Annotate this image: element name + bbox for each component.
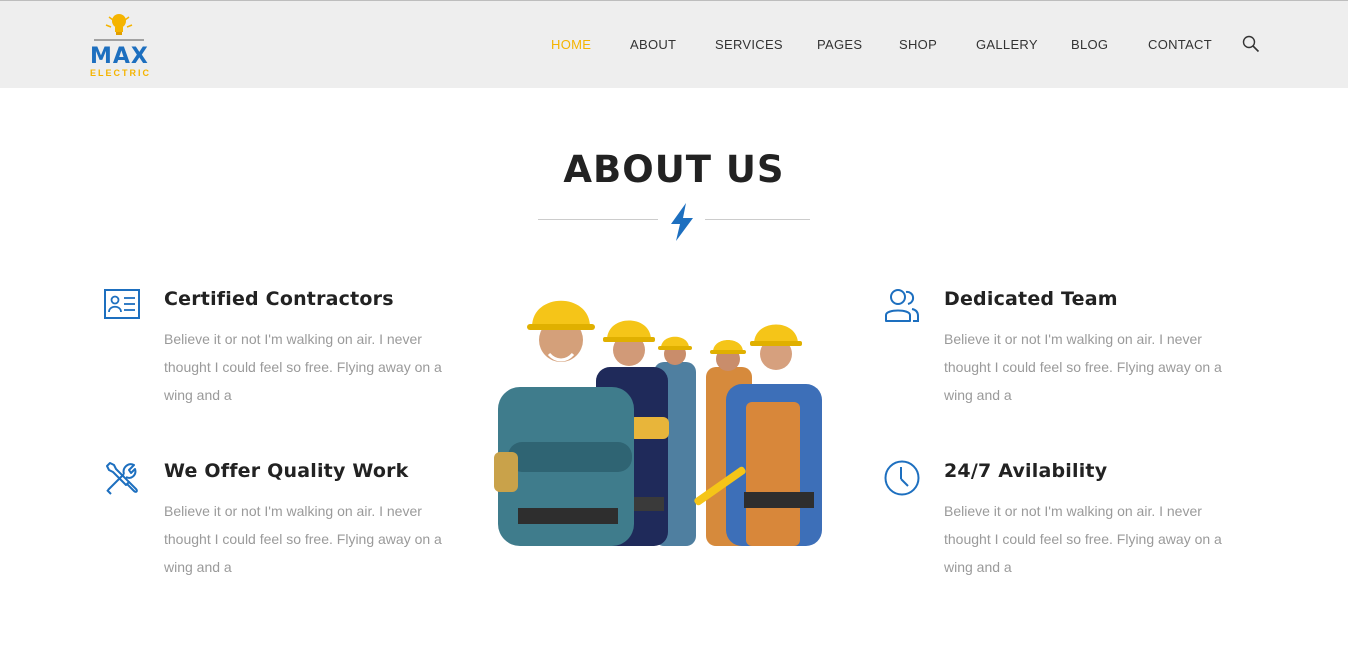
nav-item-blog[interactable]: BLOG — [1071, 37, 1108, 52]
id-card-icon — [104, 288, 140, 325]
nav-item-contact[interactable]: CONTACT — [1148, 37, 1212, 52]
lightning-bolt-icon — [669, 203, 695, 246]
feature-availability: 24/7 Avilability Believe it or not I'm w… — [884, 460, 1222, 580]
clock-icon — [884, 460, 920, 501]
lightbulb-icon — [94, 14, 144, 41]
workers-group-photo — [494, 292, 836, 546]
feature-text: Believe it or not I'm walking on air. I … — [944, 331, 1222, 403]
feature-dedicated-team: Dedicated Team Believe it or not I'm wal… — [884, 288, 1222, 408]
site-header: MAX ELECTRIC HOME ABOUT SERVICES PAGES S… — [0, 0, 1348, 88]
feature-title: Dedicated Team — [944, 288, 1118, 310]
tools-icon — [104, 460, 140, 501]
nav-item-shop[interactable]: SHOP — [899, 37, 937, 52]
title-divider-left — [538, 219, 658, 220]
nav-item-about[interactable]: ABOUT — [630, 37, 676, 52]
nav-item-home[interactable]: HOME — [551, 37, 591, 52]
feature-certified-contractors: Certified Contractors Believe it or not … — [104, 288, 442, 408]
title-divider-right — [705, 219, 810, 220]
nav-item-pages[interactable]: PAGES — [817, 37, 862, 52]
section-title: ABOUT US — [563, 148, 785, 191]
nav-item-services[interactable]: SERVICES — [715, 37, 783, 52]
feature-title: 24/7 Avilability — [944, 460, 1108, 482]
feature-title: Certified Contractors — [164, 288, 394, 310]
logo-tagline: ELECTRIC — [90, 68, 151, 78]
nav-item-gallery[interactable]: GALLERY — [976, 37, 1038, 52]
logo-wordmark: MAX — [90, 44, 149, 69]
feature-text: Believe it or not I'm walking on air. I … — [164, 503, 442, 575]
feature-title: We Offer Quality Work — [164, 460, 409, 482]
feature-text: Believe it or not I'm walking on air. I … — [164, 331, 442, 403]
team-icon — [884, 288, 920, 329]
site-logo[interactable]: MAX ELECTRIC — [88, 11, 150, 81]
feature-text: Believe it or not I'm walking on air. I … — [944, 503, 1222, 575]
search-icon[interactable] — [1242, 35, 1260, 58]
feature-quality-work: We Offer Quality Work Believe it or not … — [104, 460, 442, 580]
